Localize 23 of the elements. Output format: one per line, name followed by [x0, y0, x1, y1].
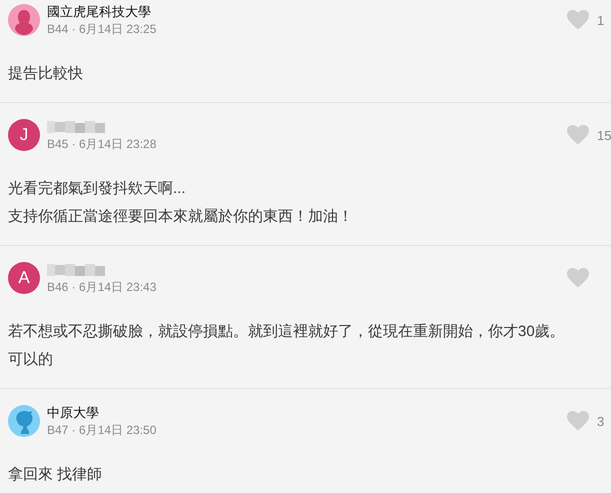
heart-icon[interactable]: [567, 10, 589, 30]
heart-icon[interactable]: [567, 411, 589, 431]
like-count: 3: [597, 414, 606, 428]
author-name[interactable]: 中原大學: [47, 404, 567, 420]
comment-meta: B46 · 6月14日 23:43: [47, 280, 158, 294]
comment-text: 提告比較快: [8, 64, 84, 84]
avatar-icon: [8, 405, 40, 437]
comment-meta: B45 · 6月14日 23:28: [47, 136, 158, 152]
avatar: J: [8, 119, 40, 151]
comment-text: 支持你循正當途徑要回本來就屬於你的東西！加油！: [8, 207, 354, 227]
comment-meta: B44 · 6月14日 23:25: [47, 22, 158, 36]
comment-text: 拿回來 找律師: [8, 465, 104, 485]
avatar-icon: [8, 4, 40, 36]
avatar: A: [8, 262, 40, 294]
heart-icon[interactable]: [567, 268, 589, 288]
comment-text: 光看完都氣到發抖欸天啊...: [8, 179, 187, 199]
heart-icon[interactable]: [567, 125, 589, 145]
comment-meta: B47 · 6月14日 23:50: [47, 422, 158, 438]
comment-text: 可以的: [8, 350, 54, 370]
comment-text: 若不想或不忍撕破臉，就設停損點。就到這裡就好了，從現在重新開始，你才30歲。: [8, 322, 566, 342]
like-count: 15: [597, 128, 611, 142]
like-count: 1: [597, 12, 606, 28]
author-name[interactable]: 國立虎尾科技大學: [47, 4, 567, 20]
